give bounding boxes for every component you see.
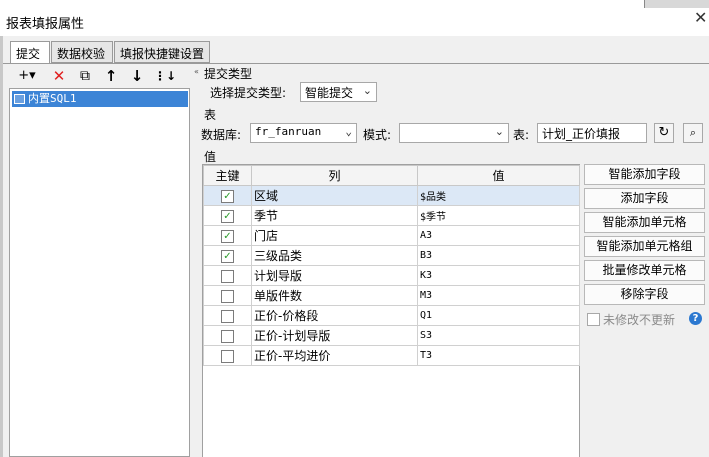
value-cell[interactable]: S3 [417, 325, 580, 346]
column-name-cell[interactable]: 正价-价格段 [251, 305, 418, 326]
primary-key-cell: ✓ [203, 225, 252, 246]
primary-key-checkbox[interactable]: ✓ [221, 189, 234, 203]
refresh-icon[interactable]: ↻ [654, 123, 674, 143]
move-down-icon[interactable]: ↓ [128, 66, 146, 86]
primary-key-checkbox[interactable] [221, 289, 234, 303]
smart-add-cell-button[interactable]: 智能添加单元格 [584, 212, 705, 233]
primary-key-checkbox[interactable]: ✓ [221, 229, 234, 243]
primary-key-cell [203, 325, 252, 346]
column-name-cell[interactable]: 区域 [251, 185, 418, 206]
remove-field-button[interactable]: 移除字段 [584, 284, 705, 305]
panel-splitter[interactable]: « [193, 66, 199, 457]
smart-add-cell-group-button[interactable]: 智能添加单元格组 [584, 236, 705, 257]
unmodified-no-update-label: 未修改不更新 [603, 313, 676, 327]
value-cell[interactable]: $品类 [417, 185, 580, 206]
value-cell[interactable]: K3 [417, 265, 580, 286]
tab-shortcut-settings[interactable]: 填报快捷键设置 [114, 41, 210, 63]
table-row[interactable]: ✓ 三级品类 B3 [203, 245, 580, 266]
table-row[interactable]: ✓ 季节 $季节 [203, 205, 580, 226]
submit-type-section-title: 提交类型 [204, 67, 253, 81]
column-name-cell[interactable]: 正价-计划导版 [251, 325, 418, 346]
schema-select[interactable]: ⌄ [399, 123, 509, 143]
primary-key-cell: ✓ [203, 205, 252, 226]
submit-type-select[interactable]: 智能提交 ⌄ [300, 82, 377, 102]
table-row[interactable]: 正价-价格段 Q1 [203, 305, 580, 326]
submit-type-value: 智能提交 [305, 86, 354, 100]
add-field-button[interactable]: 添加字段 [584, 188, 705, 209]
primary-key-cell: ✓ [203, 185, 252, 206]
column-name-cell[interactable]: 单版件数 [251, 285, 418, 306]
copy-icon[interactable]: ⧉ [76, 66, 94, 86]
database-label: 数据库: [201, 128, 242, 142]
table-value: 计划_正价填报 [542, 127, 621, 141]
help-icon[interactable]: ? [689, 312, 702, 325]
column-name-cell[interactable]: 三级品类 [251, 245, 418, 266]
value-cell[interactable]: A3 [417, 225, 580, 246]
schema-label: 模式: [363, 128, 392, 142]
value-cell[interactable]: $季节 [417, 205, 580, 226]
table-row[interactable]: ✓ 区域 $品类 [203, 185, 580, 206]
column-header-value[interactable]: 值 [417, 165, 580, 186]
table-row[interactable]: 正价-平均进价 T3 [203, 345, 580, 366]
database-value: fr_fanruan [255, 125, 322, 138]
add-dropdown-icon[interactable]: +▾ [14, 66, 40, 86]
sql-list-panel [9, 88, 190, 457]
primary-key-cell [203, 345, 252, 366]
close-icon[interactable]: ✕ [694, 10, 707, 26]
primary-key-checkbox[interactable]: ✓ [221, 209, 234, 223]
primary-key-cell [203, 285, 252, 306]
sort-icon[interactable]: ⋮↓ [154, 66, 176, 86]
window-title: 报表填报属性 [6, 17, 85, 32]
unmodified-no-update-checkbox[interactable] [587, 312, 600, 326]
submit-type-label: 选择提交类型: [210, 86, 287, 100]
primary-key-checkbox[interactable] [221, 309, 234, 323]
preview-icon[interactable]: ⌕ [683, 123, 703, 143]
table-select[interactable]: 计划_正价填报 [537, 123, 647, 143]
table-row[interactable]: 计划导版 K3 [203, 265, 580, 286]
primary-key-cell: ✓ [203, 245, 252, 266]
primary-key-checkbox[interactable] [221, 329, 234, 343]
primary-key-cell [203, 305, 252, 326]
value-cell[interactable]: B3 [417, 245, 580, 266]
chevron-down-icon: ⌄ [494, 125, 504, 138]
tree-item-sql1[interactable]: 内置SQL1 [12, 91, 188, 107]
table-row[interactable]: 单版件数 M3 [203, 285, 580, 306]
field-grid: 主键 列 值 ✓ 区域 $品类 ✓ 季节 $季节 ✓ 门店 A3 ✓ 三级品类 B3 计划导版 K3 单版件… [202, 164, 580, 457]
title-bar [0, 0, 709, 36]
column-name-cell[interactable]: 季节 [251, 205, 418, 226]
value-section-title: 值 [204, 150, 217, 164]
table-row[interactable]: ✓ 门店 A3 [203, 225, 580, 246]
primary-key-checkbox[interactable] [221, 349, 234, 363]
table-label: 表: [513, 128, 530, 142]
column-header-column[interactable]: 列 [251, 165, 418, 186]
background-window-corner [644, 0, 709, 8]
delete-icon[interactable]: ✕ [50, 66, 68, 86]
chevron-down-icon: ⌄ [345, 125, 352, 138]
table-icon [14, 94, 25, 104]
left-toolbar: +▾ ✕ ⧉ ↑ ↓ ⋮↓ [8, 66, 190, 88]
database-select[interactable]: fr_fanruan ⌄ [250, 123, 357, 143]
table-row[interactable]: 正价-计划导版 S3 [203, 325, 580, 346]
primary-key-checkbox[interactable]: ✓ [221, 249, 234, 263]
tab-data-validation[interactable]: 数据校验 [51, 41, 113, 63]
value-cell[interactable]: T3 [417, 345, 580, 366]
table-section-title: 表 [204, 108, 217, 122]
primary-key-cell [203, 265, 252, 286]
column-name-cell[interactable]: 正价-平均进价 [251, 345, 418, 366]
tab-submit[interactable]: 提交 [10, 41, 50, 64]
primary-key-checkbox[interactable] [221, 269, 234, 283]
chevron-down-icon: ⌄ [362, 84, 372, 97]
smart-add-field-button[interactable]: 智能添加字段 [584, 164, 705, 185]
value-cell[interactable]: M3 [417, 285, 580, 306]
column-name-cell[interactable]: 计划导版 [251, 265, 418, 286]
move-up-icon[interactable]: ↑ [102, 66, 120, 86]
value-cell[interactable]: Q1 [417, 305, 580, 326]
column-name-cell[interactable]: 门店 [251, 225, 418, 246]
checkbox-box[interactable] [587, 313, 600, 326]
column-header-primary-key[interactable]: 主键 [203, 165, 252, 186]
batch-modify-cell-button[interactable]: 批量修改单元格 [584, 260, 705, 281]
collapse-icon[interactable]: « [194, 68, 199, 76]
